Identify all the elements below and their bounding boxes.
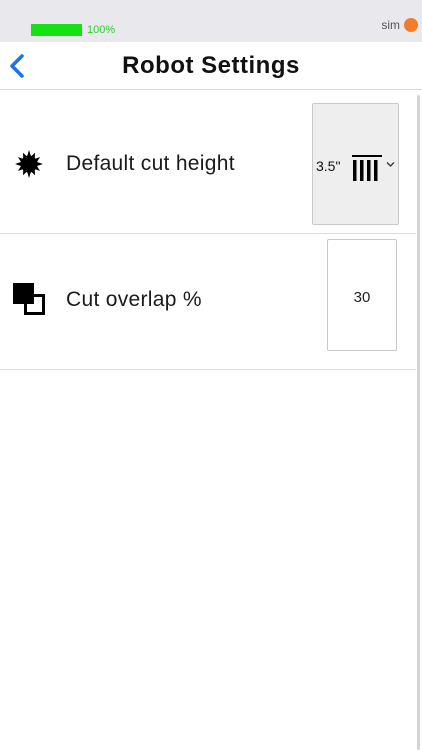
status-bar: 100% sim <box>0 0 422 42</box>
carrier-label: sim <box>381 18 400 32</box>
scrollbar[interactable] <box>417 95 420 750</box>
navigation-bar: Robot Settings <box>0 42 422 90</box>
page-title: Robot Settings <box>122 52 300 79</box>
battery-percentage: 100% <box>87 24 116 36</box>
cut-overlap-value: 30 <box>353 289 371 306</box>
setting-row-cut-height: Default cut height 3.5" <box>0 90 416 234</box>
cut-overlap-label: Cut overlap % <box>66 288 202 311</box>
battery-level-fill <box>31 24 82 36</box>
cut-height-value: 3.5" <box>316 158 341 174</box>
battery-indicator <box>31 24 82 36</box>
setting-row-cut-overlap: Cut overlap % 30 <box>0 234 416 370</box>
cut-overlap-input[interactable]: 30 <box>327 239 397 351</box>
chevron-down-icon <box>386 162 395 167</box>
status-dot-icon <box>404 18 418 32</box>
cut-height-select[interactable]: 3.5" <box>312 103 399 225</box>
sun-burst-icon <box>15 150 43 178</box>
overlap-squares-icon <box>13 283 45 315</box>
cut-height-label: Default cut height <box>66 152 235 175</box>
grass-height-icon <box>352 155 382 181</box>
